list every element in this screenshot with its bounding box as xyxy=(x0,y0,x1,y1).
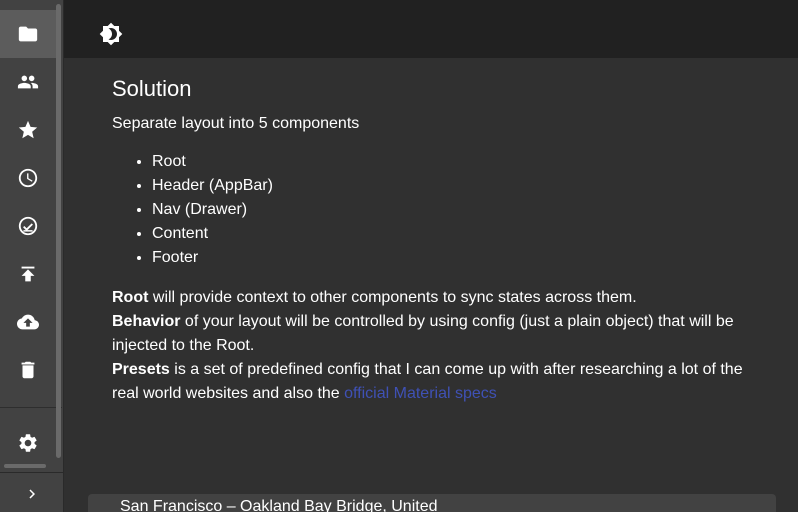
star-icon xyxy=(18,120,38,139)
main-content: Solution Separate layout into 5 componen… xyxy=(112,74,772,406)
brightness-icon xyxy=(99,22,123,46)
chevron-right-icon xyxy=(29,489,35,499)
lead-text: Separate layout into 5 components xyxy=(112,115,360,132)
sidebar-nav xyxy=(0,10,56,394)
sidebar-horizontal-scrollbar[interactable] xyxy=(4,464,46,468)
sidebar-footer xyxy=(0,472,63,512)
behavior-term: Behavior xyxy=(112,313,181,330)
list-item: Nav (Drawer) xyxy=(152,198,772,222)
check-circle-icon xyxy=(18,216,38,236)
description: Root will provide context to other compo… xyxy=(112,286,772,406)
cloud-upload-icon xyxy=(17,314,39,330)
behavior-paragraph: Behavior of your layout will be controll… xyxy=(112,310,772,358)
sidebar-item-recent[interactable] xyxy=(0,154,56,202)
gear-icon xyxy=(19,434,37,452)
trash-icon xyxy=(21,361,35,379)
sidebar-item-settings[interactable] xyxy=(0,420,56,466)
page-title: Solution xyxy=(112,76,192,101)
sidebar-item-offline[interactable] xyxy=(0,202,56,250)
sidebar xyxy=(0,0,64,512)
list-item: Content xyxy=(152,222,772,246)
image-card[interactable]: San Francisco – Oakland Bay Bridge, Unit… xyxy=(88,494,776,512)
presets-paragraph: Presets is a set of predefined config th… xyxy=(112,358,772,406)
publish-icon xyxy=(21,266,35,282)
list-item: Footer xyxy=(152,246,772,270)
sidebar-item-people[interactable] xyxy=(0,58,56,106)
list-item: Header (AppBar) xyxy=(152,174,772,198)
components-list: Root Header (AppBar) Nav (Drawer) Conten… xyxy=(112,150,772,270)
sidebar-item-starred[interactable] xyxy=(0,106,56,154)
root-description: will provide context to other components… xyxy=(148,289,637,306)
people-icon xyxy=(17,75,39,89)
sidebar-item-folder[interactable] xyxy=(0,10,56,58)
list-item: Root xyxy=(152,150,772,174)
sidebar-item-publish[interactable] xyxy=(0,250,56,298)
sidebar-item-backup[interactable] xyxy=(0,298,56,346)
material-specs-link[interactable]: official Material specs xyxy=(344,385,497,402)
card-title: San Francisco – Oakland Bay Bridge, Unit… xyxy=(120,498,438,512)
behavior-description: of your layout will be controlled by usi… xyxy=(112,313,734,354)
root-term: Root xyxy=(112,289,149,306)
sidebar-vertical-scrollbar[interactable] xyxy=(56,4,61,458)
sidebar-item-trash[interactable] xyxy=(0,346,56,394)
theme-toggle-button[interactable] xyxy=(98,21,124,47)
app-bar xyxy=(64,0,798,58)
folder-icon xyxy=(18,26,38,42)
root-paragraph: Root will provide context to other compo… xyxy=(112,286,772,310)
presets-term: Presets xyxy=(112,361,170,378)
sidebar-divider xyxy=(0,407,62,408)
collapse-sidebar-button[interactable] xyxy=(16,483,48,505)
clock-icon xyxy=(18,168,38,188)
